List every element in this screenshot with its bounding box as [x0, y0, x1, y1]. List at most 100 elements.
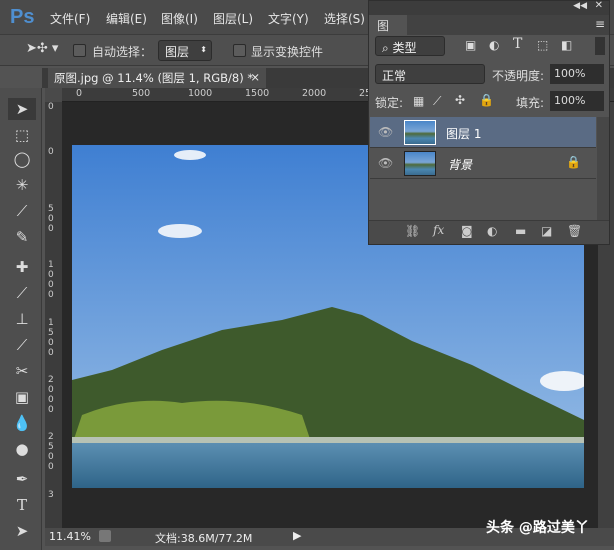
ruler-label: 1000 [188, 88, 213, 99]
photoshop-logo: Ps [10, 6, 35, 28]
visibility-eye-icon[interactable]: 👁 [378, 125, 393, 139]
eraser-tool-icon[interactable]: ✂ [8, 360, 36, 382]
ruler-label: 1500 [245, 88, 270, 99]
new-layer-icon[interactable]: ◪ [541, 224, 552, 238]
marquee-tool-icon[interactable]: ⬚ [8, 124, 36, 146]
layer-row[interactable]: 👁 图层 1 [370, 117, 596, 148]
visibility-eye-icon[interactable]: 👁 [378, 156, 393, 170]
filter-shape-icon[interactable]: ⬚ [537, 38, 548, 52]
status-menu-arrow-icon[interactable]: ▶ [293, 529, 301, 542]
panel-menu-icon[interactable]: ≡ [595, 17, 605, 31]
ruler-label: 2000 [302, 88, 327, 99]
status-icon[interactable] [99, 530, 111, 542]
filter-adjustment-icon[interactable]: ◐ [489, 38, 499, 52]
ruler-label: 2500 [48, 432, 54, 472]
clone-stamp-tool-icon[interactable]: ⊥ [8, 308, 36, 330]
fill-input[interactable]: 100% [550, 91, 604, 111]
filter-toggle[interactable] [595, 37, 605, 55]
layer-name[interactable]: 背景 [448, 156, 472, 173]
gradient-tool-icon[interactable]: ▣ [8, 386, 36, 408]
fill-label: 填充: [516, 96, 545, 110]
ruler-label: 3 [48, 490, 54, 500]
ruler-label: 500 [132, 88, 151, 99]
auto-select-label: 自动选择： [92, 45, 153, 59]
ruler-label: 2000 [48, 375, 54, 415]
layers-footer: ⛓ fx ◙ ◐ ▬ ◪ 🗑 [369, 220, 609, 244]
menu-type[interactable]: 文字(Y) [268, 10, 309, 27]
delete-layer-icon[interactable]: 🗑 [567, 224, 582, 238]
ruler-label: 1000 [48, 260, 54, 300]
type-tool-icon[interactable]: T [8, 494, 36, 516]
layers-scrollbar[interactable] [597, 117, 609, 220]
blend-mode-value: 正常 [382, 69, 407, 83]
opacity-value: 100% [554, 67, 586, 80]
blend-mode-dropdown[interactable]: 正常 [375, 64, 485, 84]
lock-pixels-icon[interactable]: ⟋ [433, 94, 441, 109]
crop-tool-icon[interactable]: ⟋ [8, 200, 36, 222]
auto-select-value: 图层 [165, 45, 190, 59]
vertical-ruler[interactable]: 0 0 500 1000 1500 2000 2500 3 [45, 102, 62, 528]
new-group-icon[interactable]: ▬ [515, 224, 526, 238]
ruler-label: 0 [48, 147, 54, 157]
ruler-label: 1500 [48, 318, 54, 358]
layer-thumbnail [404, 120, 436, 145]
show-transform-checkbox[interactable] [233, 44, 246, 57]
move-tool-preset-icon[interactable]: ➤✣ ▾ [26, 41, 58, 56]
layer-thumbnail [404, 151, 436, 176]
blur-tool-icon[interactable]: 💧 [8, 412, 36, 434]
close-tab-icon[interactable]: × [250, 70, 260, 84]
ruler-label: 500 [48, 204, 54, 234]
opacity-label: 不透明度: [492, 69, 545, 83]
auto-select-dropdown[interactable]: 图层 ⬍ [158, 40, 212, 61]
move-tool-icon[interactable]: ➤ [8, 98, 36, 120]
healing-brush-tool-icon[interactable]: ✚ [8, 256, 36, 278]
document-tab[interactable]: 原图.jpg @ 11.4% (图层 1, RGB/8) * × [48, 68, 266, 88]
eyedropper-tool-icon[interactable]: ✎ [8, 226, 36, 248]
close-panel-icon[interactable]: ✕ [595, 0, 603, 11]
pen-tool-icon[interactable]: ✒ [8, 468, 36, 490]
magic-wand-tool-icon[interactable]: ✳ [8, 174, 36, 196]
lock-position-icon[interactable]: ✣ [455, 93, 465, 107]
adjustment-layer-icon[interactable]: ◐ [487, 224, 497, 238]
menu-file[interactable]: 文件(F) [50, 10, 90, 27]
menu-image[interactable]: 图像(I) [161, 10, 198, 27]
zoom-level[interactable]: 11.41% [49, 530, 91, 543]
ruler-label: 0 [48, 102, 54, 112]
document-size: 文档:38.6M/77.2M [155, 532, 253, 545]
layer-row[interactable]: 👁 背景 🔒 [370, 148, 596, 179]
ruler-label: 0 [76, 88, 83, 99]
filter-type-icon[interactable]: T [513, 36, 522, 52]
menu-layer[interactable]: 图层(L) [213, 10, 253, 27]
fill-value: 100% [554, 94, 586, 107]
opacity-input[interactable]: 100% [550, 64, 604, 84]
lock-transparent-icon[interactable]: ▦ [413, 94, 424, 108]
lock-label: 锁定: [375, 96, 404, 110]
panel-tab-bar: 图层 ≡ [369, 15, 609, 50]
brush-tool-icon[interactable]: ⟋ [8, 282, 36, 304]
filter-type-dropdown[interactable]: ⌕ 类型 [375, 36, 445, 56]
path-selection-tool-icon[interactable]: ➤ [8, 520, 36, 542]
lock-all-icon[interactable]: 🔒 [479, 93, 494, 107]
lasso-tool-icon[interactable]: ◯ [8, 148, 36, 170]
dodge-tool-icon[interactable]: ● [8, 438, 36, 460]
auto-select-checkbox[interactable] [73, 44, 86, 57]
link-layers-icon[interactable]: ⛓ [405, 224, 420, 238]
history-brush-tool-icon[interactable]: ⟋ [8, 334, 36, 356]
show-transform-label: 显示变换控件 [251, 45, 324, 59]
filter-smart-object-icon[interactable]: ◧ [561, 38, 572, 52]
tab-layers[interactable]: 图层 [369, 15, 407, 50]
menu-edit[interactable]: 编辑(E) [106, 10, 147, 27]
layer-name[interactable]: 图层 1 [446, 125, 481, 142]
fx-icon[interactable]: fx [433, 223, 444, 237]
document-title: 原图.jpg @ 11.4% (图层 1, RGB/8) * [54, 71, 254, 85]
menu-select[interactable]: 选择(S) [324, 10, 365, 27]
collapse-panel-icon[interactable]: ◀◀ [573, 1, 587, 11]
layers-panel: ◀◀ ✕ 图层 ≡ ⌕ 类型 ▣ ◐ T ⬚ ◧ 正常 不透明度: 100% 锁… [368, 0, 610, 245]
panel-header: ◀◀ ✕ [369, 0, 609, 15]
tools-panel: ➤ ⬚ ◯ ✳ ⟋ ✎ ✚ ⟋ ⊥ ⟋ ✂ ▣ 💧 ● ✒ T ➤ [0, 88, 42, 550]
ruler-origin[interactable] [45, 88, 62, 102]
watermark: 头条 @路过美丫 [486, 520, 589, 536]
filter-pixel-icon[interactable]: ▣ [465, 38, 476, 52]
filter-type-value: 类型 [392, 41, 417, 55]
add-mask-icon[interactable]: ◙ [461, 224, 473, 238]
